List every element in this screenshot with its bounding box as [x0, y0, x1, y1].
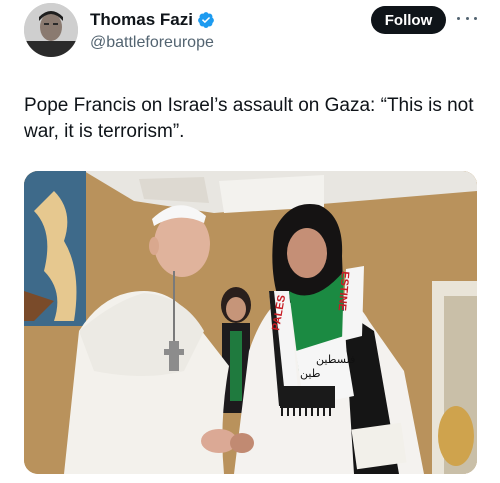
author-handle[interactable]: @battleforeurope — [90, 34, 214, 52]
photo-illustration: PALES ESTINE فلسطين طين — [24, 171, 477, 474]
more-dot — [465, 16, 469, 20]
author-display-name[interactable]: Thomas Fazi — [90, 10, 193, 30]
more-horizontal-icon[interactable] — [457, 13, 477, 23]
scarf-arabic-1: فلسطين — [316, 353, 355, 366]
avatar[interactable] — [24, 3, 78, 57]
author-name-row[interactable]: Thomas Fazi — [90, 10, 215, 30]
scarf-arabic-2: طين — [300, 367, 321, 380]
follow-button[interactable]: Follow — [371, 6, 446, 34]
more-dot — [457, 16, 460, 20]
tweet-text: Pope Francis on Israel’s assault on Gaza… — [24, 95, 474, 142]
verified-badge-icon — [198, 12, 214, 28]
more-dot — [474, 16, 477, 20]
tweet-media-photo[interactable]: PALES ESTINE فلسطين طين — [24, 171, 477, 474]
avatar-image — [24, 3, 78, 57]
